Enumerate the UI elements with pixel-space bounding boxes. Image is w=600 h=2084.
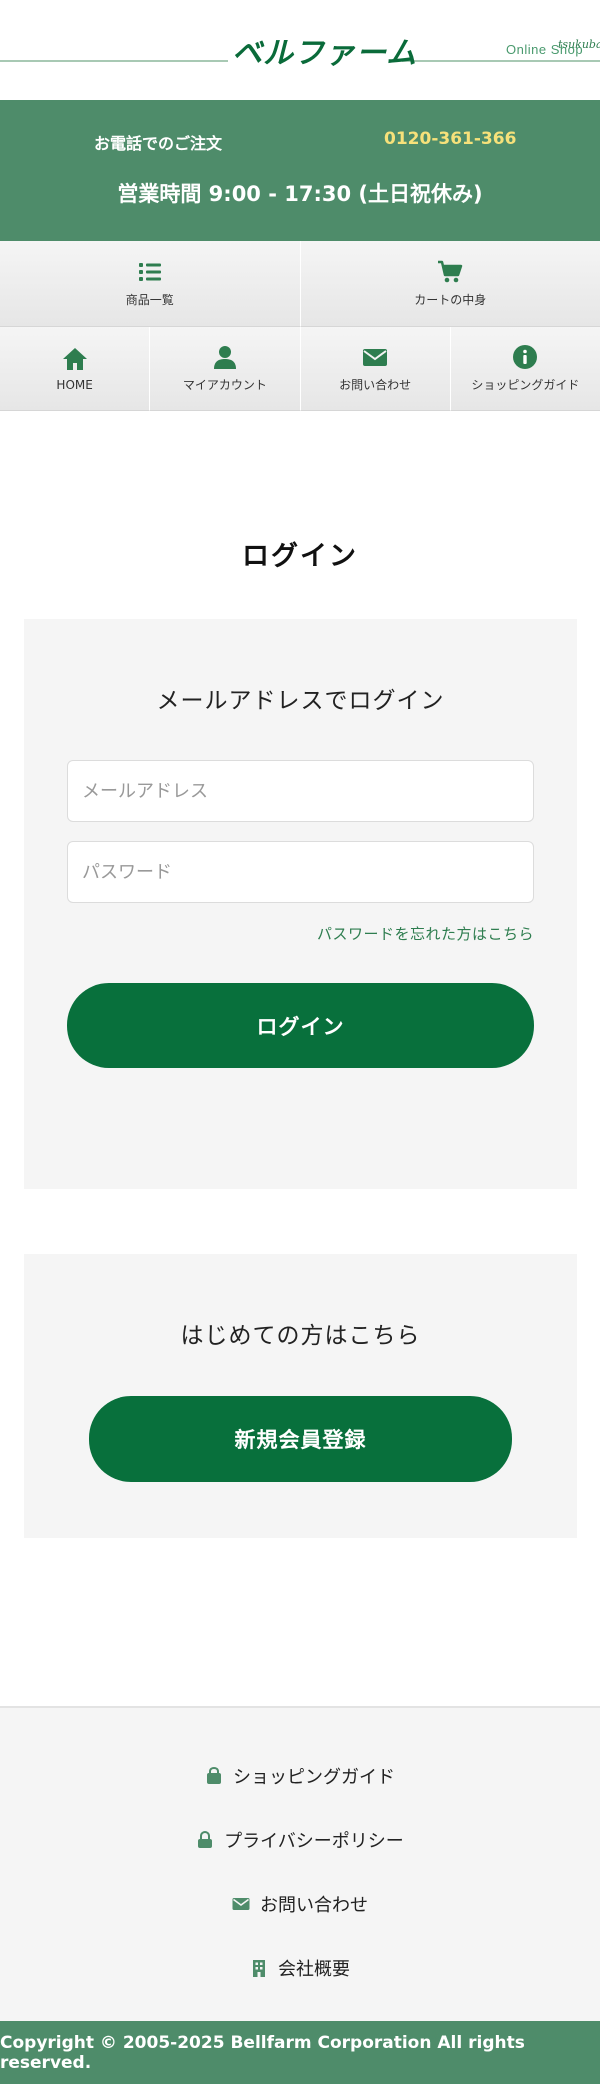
login-heading: メールアドレスでログイン — [156, 688, 445, 714]
nav-item-label: 商品一覧 — [125, 293, 174, 307]
nav-item-label: ショッピングガイド — [471, 378, 580, 392]
footer-link-contact[interactable]: お問い合わせ — [0, 1891, 600, 1917]
footer-links: ショッピングガイド プライバシーポリシー お問い合わせ 会社概要 — [0, 1706, 600, 2021]
mail-icon — [232, 1898, 250, 1910]
footer-link-shopping-guide[interactable]: ショッピングガイド — [0, 1763, 600, 1789]
info-icon — [513, 345, 538, 369]
logo-text: ベルファーム — [232, 36, 418, 71]
footer-link-company-profile[interactable]: 会社概要 — [0, 1955, 600, 1981]
footer-link-label: プライバシーポリシー — [224, 1831, 404, 1852]
phone-order-banner: お電話でのご注文 0120-361-366 営業時間 9:00 - 17:30 … — [0, 100, 600, 241]
footer-link-label: お問い合わせ — [260, 1895, 368, 1916]
signup-heading: はじめての方はこちら — [180, 1323, 421, 1349]
login-panel: メールアドレスでログイン パスワードを忘れた方はこちら ログイン — [24, 619, 577, 1189]
primary-nav: 商品一覧 カートの中身 — [0, 241, 600, 327]
phone-order-label: お電話でのご注文 — [94, 134, 223, 153]
nav-item-home[interactable]: HOME — [0, 327, 151, 411]
nav-item-label: マイアカウント — [182, 378, 267, 392]
footer-link-label: ショッピングガイド — [233, 1767, 395, 1788]
nav-item-label: お問い合わせ — [339, 378, 412, 392]
nav-item-my-account[interactable]: マイアカウント — [150, 327, 301, 411]
header-divider-right — [402, 60, 600, 62]
online-shop-label: Online Shop — [506, 42, 584, 57]
mail-icon — [363, 349, 388, 366]
password-field[interactable] — [67, 841, 534, 903]
nav-item-shopping-guide[interactable]: ショッピングガイド — [450, 327, 600, 411]
nav-item-contact[interactable]: お問い合わせ — [300, 327, 451, 411]
phone-number[interactable]: 0120-361-366 — [384, 129, 516, 149]
footer-link-label: 会社概要 — [278, 1959, 350, 1980]
signup-panel: はじめての方はこちら 新規会員登録 — [24, 1254, 577, 1538]
register-button[interactable]: 新規会員登録 — [89, 1396, 512, 1482]
nav-item-label: HOME — [56, 377, 93, 392]
site-header: tsukuba ベルファーム Online Shop — [0, 0, 600, 100]
copyright-bar: Copyright © 2005-2025 Bellfarm Corporati… — [0, 2021, 600, 2084]
header-divider-left — [0, 60, 228, 62]
lock-icon — [198, 1831, 213, 1848]
business-hours: 営業時間 9:00 - 17:30 (土日祝休み) — [117, 182, 483, 206]
email-field[interactable] — [67, 760, 534, 822]
list-icon — [138, 263, 161, 281]
login-button[interactable]: ログイン — [67, 983, 534, 1068]
page-title: ログイン — [242, 541, 358, 572]
nav-item-product-list[interactable]: 商品一覧 — [0, 241, 301, 327]
copyright-text: Copyright © 2005-2025 Bellfarm Corporati… — [0, 2032, 525, 2073]
building-icon — [253, 1960, 265, 1977]
secondary-nav: HOME マイアカウント お問い合わせ ショッピングガイド — [0, 327, 600, 411]
nav-item-label: カートの中身 — [414, 293, 487, 307]
cart-icon — [438, 260, 463, 283]
home-icon — [62, 347, 87, 370]
footer-link-privacy-policy[interactable]: プライバシーポリシー — [0, 1827, 600, 1853]
user-icon — [213, 346, 236, 369]
site-logo[interactable]: tsukuba ベルファーム — [226, 20, 600, 71]
bag-icon — [207, 1767, 221, 1784]
forgot-password-link[interactable]: パスワードを忘れた方はこちら — [317, 923, 534, 944]
nav-item-cart[interactable]: カートの中身 — [300, 241, 600, 327]
